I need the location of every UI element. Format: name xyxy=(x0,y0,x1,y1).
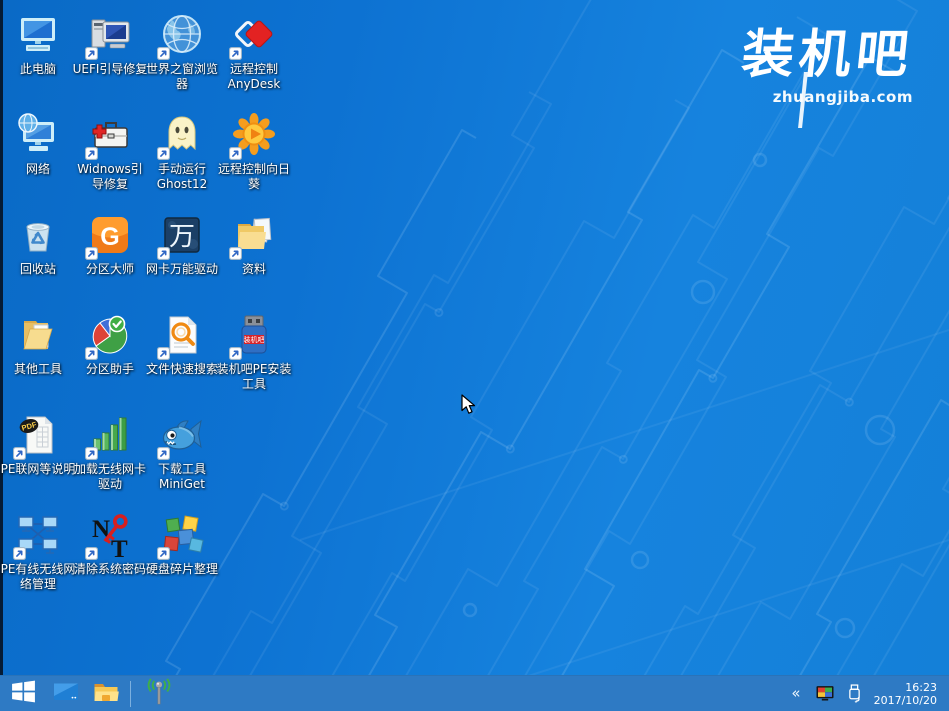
desktop-icon-sunflower-remote[interactable]: 远程控制向日 葵 xyxy=(218,106,290,206)
icon-label: 下载工具 MiniGet xyxy=(158,462,206,492)
desktop-icon-zhuangjiba-pe-installer[interactable]: 装机吧 装机吧PE安装 工具 xyxy=(218,306,290,406)
file-explorer-button[interactable] xyxy=(86,676,126,711)
shortcut-arrow-icon xyxy=(13,547,26,560)
icon-label: 回收站 xyxy=(20,262,56,277)
desktop-icon-network[interactable]: 网络 xyxy=(2,106,74,206)
desktop-icon-uefi-boot-repair[interactable]: UEFI引导修复 xyxy=(74,6,146,106)
desktop-icon-file-quick-search[interactable]: 文件快速搜索 xyxy=(146,306,218,406)
desktop-screen: 装机吧 zhuangjiba.com 此电脑 UEFI引导修复 xyxy=(0,0,949,711)
wireless-antenna-icon xyxy=(145,677,173,710)
shortcut-arrow-icon xyxy=(85,547,98,560)
taskbar: « 16:23 2017/10/20 xyxy=(0,675,949,711)
icon-label: 网卡万能驱动 xyxy=(146,262,218,277)
desktop-monitor-icon xyxy=(53,679,79,709)
system-tray: « 16:23 2017/10/20 xyxy=(789,681,949,707)
desktop-icon-anydesk-remote[interactable]: 远程控制 AnyDesk xyxy=(218,6,290,106)
icon-label: 硬盘碎片整理 xyxy=(146,562,218,577)
desktop-icon-grid: 此电脑 UEFI引导修复 世界之窗浏览 器 xyxy=(2,6,290,606)
shortcut-arrow-icon xyxy=(85,347,98,360)
wireless-network-button[interactable] xyxy=(139,676,179,711)
icon-label: PE联网等说明 xyxy=(1,462,76,477)
desktop-icon-partition-master[interactable]: G 分区大师 xyxy=(74,206,146,306)
shortcut-arrow-icon xyxy=(157,247,170,260)
svg-text:G: G xyxy=(100,223,119,251)
windows-logo-icon xyxy=(10,678,37,709)
brand-logo-text: 装机吧 xyxy=(739,28,916,83)
desktop-icon-partition-assistant[interactable]: 分区助手 xyxy=(74,306,146,406)
clock-date: 2017/10/20 xyxy=(874,694,937,707)
shortcut-arrow-icon xyxy=(85,47,98,60)
desktop-icon-run-ghost12[interactable]: 手动运行 Ghost12 xyxy=(146,106,218,206)
icon-label: 装机吧PE安装 工具 xyxy=(217,362,292,392)
icon-label: 远程控制 AnyDesk xyxy=(228,62,281,92)
shortcut-arrow-icon xyxy=(157,447,170,460)
shortcut-arrow-icon xyxy=(229,147,242,160)
desktop-icon-clear-system-password[interactable]: NT 清除系统密码 xyxy=(74,506,146,606)
shortcut-arrow-icon xyxy=(157,47,170,60)
desktop-icon-this-pc[interactable]: 此电脑 xyxy=(2,6,74,106)
icon-label: UEFI引导修复 xyxy=(73,62,148,77)
display-settings-tray-icon[interactable] xyxy=(815,685,835,702)
shortcut-arrow-icon xyxy=(13,447,26,460)
clock-time: 16:23 xyxy=(874,681,937,694)
svg-text:装机吧: 装机吧 xyxy=(244,335,265,344)
desktop-icon-pe-network-manager[interactable]: PE有线无线网 络管理 xyxy=(2,506,74,606)
taskbar-separator xyxy=(130,681,131,707)
desktop-icon-disk-defrag[interactable]: 硬盘碎片整理 xyxy=(146,506,218,606)
folder-open-icon xyxy=(14,311,62,359)
icon-label: 加载无线网卡 驱动 xyxy=(74,462,146,492)
icon-label: 分区大师 xyxy=(86,262,134,277)
icon-label: PE有线无线网 络管理 xyxy=(1,562,76,592)
icon-label: 此电脑 xyxy=(20,62,56,77)
icon-label: 资料 xyxy=(242,262,266,277)
desktop-icon-load-wireless-driver[interactable]: 加载无线网卡 驱动 xyxy=(74,406,146,506)
svg-text:万: 万 xyxy=(169,221,195,251)
brand-logo: 装机吧 zhuangjiba.com xyxy=(742,28,913,106)
icon-label: 其他工具 xyxy=(14,362,62,377)
tray-expand-chevron[interactable]: « xyxy=(789,682,802,705)
desktop-icon-other-tools[interactable]: 其他工具 xyxy=(2,306,74,406)
usb-eject-tray-icon[interactable] xyxy=(847,684,862,703)
shortcut-arrow-icon xyxy=(85,147,98,160)
desktop-icon-universal-nic-driver[interactable]: 万 网卡万能驱动 xyxy=(146,206,218,306)
shortcut-arrow-icon xyxy=(157,347,170,360)
shortcut-arrow-icon xyxy=(229,247,242,260)
start-button[interactable] xyxy=(0,676,46,711)
icon-label: 网络 xyxy=(26,162,50,177)
recycle-bin-icon xyxy=(14,211,62,259)
shortcut-arrow-icon xyxy=(85,247,98,260)
icon-label: Widnows引 导修复 xyxy=(77,162,143,192)
icon-label: 文件快速搜索 xyxy=(146,362,218,377)
shortcut-arrow-icon xyxy=(229,347,242,360)
network-pc-icon xyxy=(14,111,62,159)
shortcut-arrow-icon xyxy=(229,47,242,60)
desktop-icon-windows-boot-repair[interactable]: Widnows引 导修复 xyxy=(74,106,146,206)
desktop-icon-miniget-downloader[interactable]: 下载工具 MiniGet xyxy=(146,406,218,506)
this-pc-icon xyxy=(14,11,62,59)
icon-label: 远程控制向日 葵 xyxy=(218,162,290,192)
desktop-icon-pe-network-readme[interactable]: PDF PE联网等说明 xyxy=(2,406,74,506)
icon-label: 世界之窗浏览 器 xyxy=(146,62,218,92)
desktop-icon-recycle-bin[interactable]: 回收站 xyxy=(2,206,74,306)
icon-label: 分区助手 xyxy=(86,362,134,377)
shortcut-arrow-icon xyxy=(157,147,170,160)
clock[interactable]: 16:23 2017/10/20 xyxy=(874,681,937,707)
desktop-icon-theworld-browser[interactable]: 世界之窗浏览 器 xyxy=(146,6,218,106)
folder-icon xyxy=(93,680,119,708)
brand-logo-url: zhuangjiba.com xyxy=(742,88,913,106)
icon-label: 清除系统密码 xyxy=(74,562,146,577)
desktop-icon-documents[interactable]: 资料 xyxy=(218,206,290,306)
shortcut-arrow-icon xyxy=(85,447,98,460)
mouse-cursor xyxy=(461,394,480,420)
icon-label: 手动运行 Ghost12 xyxy=(157,162,207,192)
shortcut-arrow-icon xyxy=(157,547,170,560)
show-desktop-button[interactable] xyxy=(46,676,86,711)
